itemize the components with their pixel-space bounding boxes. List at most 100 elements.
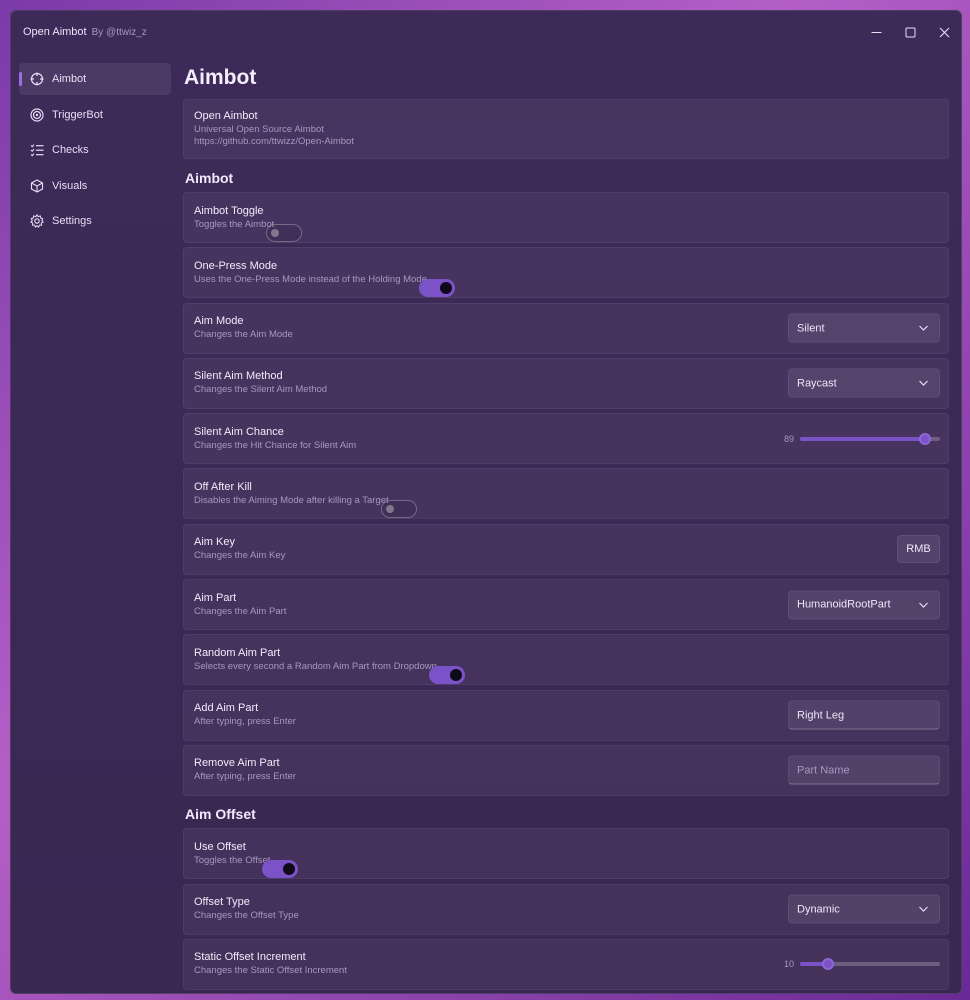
checklist-icon [29,142,45,158]
page-title: Aimbot [184,66,257,89]
setting-description: Uses the One-Press Mode instead of the H… [194,273,427,285]
maximize-button[interactable] [893,11,927,53]
section-title-aim-offset: Aim Offset [185,806,256,823]
setting-title: Offset Type [194,896,250,909]
aim-part-dropdown[interactable]: HumanoidRootPart [788,590,940,620]
setting-description: Toggles the Offset [194,854,271,866]
setting-remove-aim-part: Remove Aim Part After typing, press Ente… [183,744,949,796]
gear-icon [29,213,45,229]
setting-title: Aim Mode [194,315,244,328]
toggle-knob [439,282,452,295]
chevron-down-icon [919,380,928,387]
setting-aim-key: Aim Key Changes the Aim Key RMB [183,523,949,575]
sidebar-item-label: Settings [52,215,92,227]
setting-title: Silent Aim Chance [194,425,284,438]
sidebar: Aimbot TriggerBot Checks Visuals Setting… [19,63,171,241]
setting-static-offset-increment: Static Offset Increment Changes the Stat… [183,938,949,990]
minimize-button[interactable] [859,11,893,53]
setting-description: Toggles the Aimbot [194,218,275,230]
add-aim-part-input[interactable] [788,700,940,730]
setting-one-press-mode: One-Press Mode Uses the One-Press Mode i… [183,247,949,299]
sidebar-item-label: Visuals [52,179,88,192]
section-title-aimbot: Aimbot [185,170,234,186]
close-icon [939,27,949,37]
setting-offset-type: Offset Type Changes the Offset Type Dyna… [183,883,949,935]
slider-value: 89 [783,433,794,444]
aim-mode-dropdown[interactable]: Silent [788,313,940,343]
silent-aim-chance-slider[interactable] [800,432,940,445]
sidebar-item-triggerbot[interactable]: TriggerBot [19,99,171,131]
setting-title: Random Aim Part [194,646,281,659]
slider-value: 10 [783,959,794,970]
silent-aim-method-dropdown[interactable]: Raycast [788,368,940,398]
setting-use-offset: Use Offset Toggles the Offset [183,828,949,880]
static-offset-increment-slider-group: 10 [778,958,940,971]
setting-description: After typing, press Enter [194,771,296,783]
info-title: Open Aimbot [194,110,258,122]
sidebar-item-checks[interactable]: Checks [19,134,171,166]
remove-aim-part-input[interactable] [788,755,940,785]
chevron-down-icon [919,906,928,912]
static-offset-increment-slider[interactable] [800,958,940,971]
target-icon [29,107,45,123]
sidebar-item-label: Aimbot [52,73,87,85]
setting-description: Changes the Hit Chance for Silent Aim [194,439,357,451]
sidebar-item-aimbot[interactable]: Aimbot [19,63,171,95]
setting-title: Add Aim Part [194,702,259,715]
setting-aim-mode: Aim Mode Changes the Aim Mode Silent [183,302,949,354]
random-aim-part-switch[interactable] [428,666,465,685]
setting-aimbot-toggle: Aimbot Toggle Toggles the Aimbot [183,192,949,243]
toggle-knob [385,505,394,514]
use-offset-switch[interactable] [262,860,299,879]
dropdown-value: Raycast [797,377,837,390]
setting-silent-aim-method: Silent Aim Method Changes the Silent Aim… [183,357,949,409]
setting-aim-part: Aim Part Changes the Aim Part HumanoidRo… [183,579,949,631]
title-bar[interactable]: Open Aimbot By @ttwiz_z [11,11,961,53]
main-content: Aimbot Open Aimbot Universal Open Source… [183,63,949,993]
setting-title: Aimbot Toggle [194,204,264,217]
setting-title: Use Offset [194,840,246,853]
dropdown-value: Silent [797,322,825,335]
setting-silent-aim-chance: Silent Aim Chance Changes the Hit Chance… [183,413,949,465]
setting-title: Off After Kill [194,480,252,493]
setting-add-aim-part: Add Aim Part After typing, press Enter [183,689,949,741]
sidebar-item-visuals[interactable]: Visuals [19,170,171,202]
slider-thumb[interactable] [822,958,834,971]
crosshair-icon [29,71,45,87]
setting-description: Changes the Silent Aim Method [194,384,328,396]
toggle-knob [283,863,296,876]
offset-type-dropdown[interactable]: Dynamic [788,894,940,924]
setting-description: Changes the Static Offset Increment [194,965,347,977]
sidebar-item-settings[interactable]: Settings [19,205,171,237]
cube-icon [29,178,45,194]
info-description: Universal Open Source Aimbot [194,124,324,135]
off-after-kill-switch[interactable] [380,500,417,519]
toggle-knob [449,669,462,682]
setting-title: Silent Aim Method [194,370,283,383]
slider-thumb[interactable] [918,432,931,445]
sidebar-item-label: Checks [52,144,89,156]
app-title: Open Aimbot [23,26,87,38]
close-button[interactable] [927,11,961,53]
setting-description: After typing, press Enter [194,716,296,728]
setting-title: Remove Aim Part [194,757,280,770]
aim-key-button[interactable]: RMB [897,535,940,564]
setting-random-aim-part: Random Aim Part Selects every second a R… [183,634,949,686]
silent-aim-chance-slider-group: 89 [778,432,940,445]
one-press-mode-switch[interactable] [418,279,455,298]
setting-description: Changes the Aim Part [194,605,287,617]
slider-fill [800,436,925,441]
minimize-icon [871,31,881,33]
aimbot-toggle-switch[interactable] [266,224,303,242]
toggle-knob [271,229,280,237]
setting-title: Aim Key [194,536,235,549]
setting-title: Static Offset Increment [194,951,306,964]
info-url: https://github.com/ttwizz/Open-Aimbot [194,136,354,147]
chevron-down-icon [919,602,928,608]
app-author: By @ttwiz_z [91,26,147,38]
sidebar-item-label: TriggerBot [52,108,103,121]
setting-description: Disables the Aiming Mode after killing a… [194,494,389,506]
chevron-down-icon [919,325,928,331]
setting-description: Changes the Aim Mode [194,329,293,341]
info-card: Open Aimbot Universal Open Source Aimbot… [183,99,949,159]
